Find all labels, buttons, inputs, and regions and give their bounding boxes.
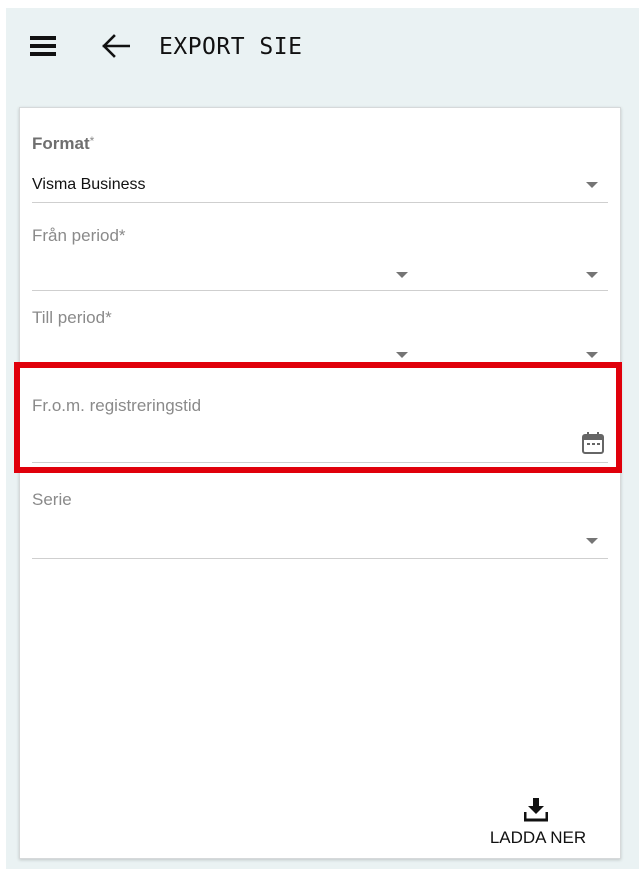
registration-time-label: Fr.o.m. registreringstid xyxy=(32,396,202,415)
export-form-card: Format* Visma Business Från period* Till… xyxy=(19,107,621,859)
chevron-down-icon[interactable] xyxy=(586,182,598,188)
from-period-label: Från period* xyxy=(32,226,126,245)
download-label: LADDA NER xyxy=(489,828,587,847)
registration-time-input[interactable]: Fr.o.m. registreringstid xyxy=(32,396,608,466)
serie-label: Serie xyxy=(32,490,72,509)
format-underline xyxy=(32,202,608,203)
format-select[interactable]: Format* Visma Business xyxy=(32,134,608,206)
serie-select[interactable]: Serie xyxy=(32,490,608,560)
download-button[interactable]: LADDA NER xyxy=(468,790,608,850)
top-bar: EXPORT SIE xyxy=(6,8,639,84)
chevron-down-icon[interactable] xyxy=(586,538,598,544)
from-period-month-chevron-down-icon[interactable] xyxy=(586,272,598,278)
till-period-field: Till period* xyxy=(32,308,608,376)
back-arrow-icon[interactable] xyxy=(100,30,132,62)
page-title: EXPORT SIE xyxy=(159,34,303,60)
required-mark: * xyxy=(89,134,95,148)
till-period-month-chevron-down-icon[interactable] xyxy=(586,352,598,358)
format-label: Format* xyxy=(32,134,95,153)
from-period-field: Från period* xyxy=(32,226,608,294)
from-period-year-chevron-down-icon[interactable] xyxy=(396,272,408,278)
calendar-icon[interactable] xyxy=(582,432,604,454)
format-value: Visma Business xyxy=(32,176,146,193)
menu-icon[interactable] xyxy=(27,30,59,62)
serie-underline xyxy=(32,558,608,559)
registration-time-underline xyxy=(32,462,608,463)
app-window: EXPORT SIE Format* Visma Business Från p… xyxy=(6,8,639,869)
till-period-year-chevron-down-icon[interactable] xyxy=(396,352,408,358)
download-icon xyxy=(524,798,548,822)
from-period-underline xyxy=(32,290,608,291)
till-period-label: Till period* xyxy=(32,308,112,327)
